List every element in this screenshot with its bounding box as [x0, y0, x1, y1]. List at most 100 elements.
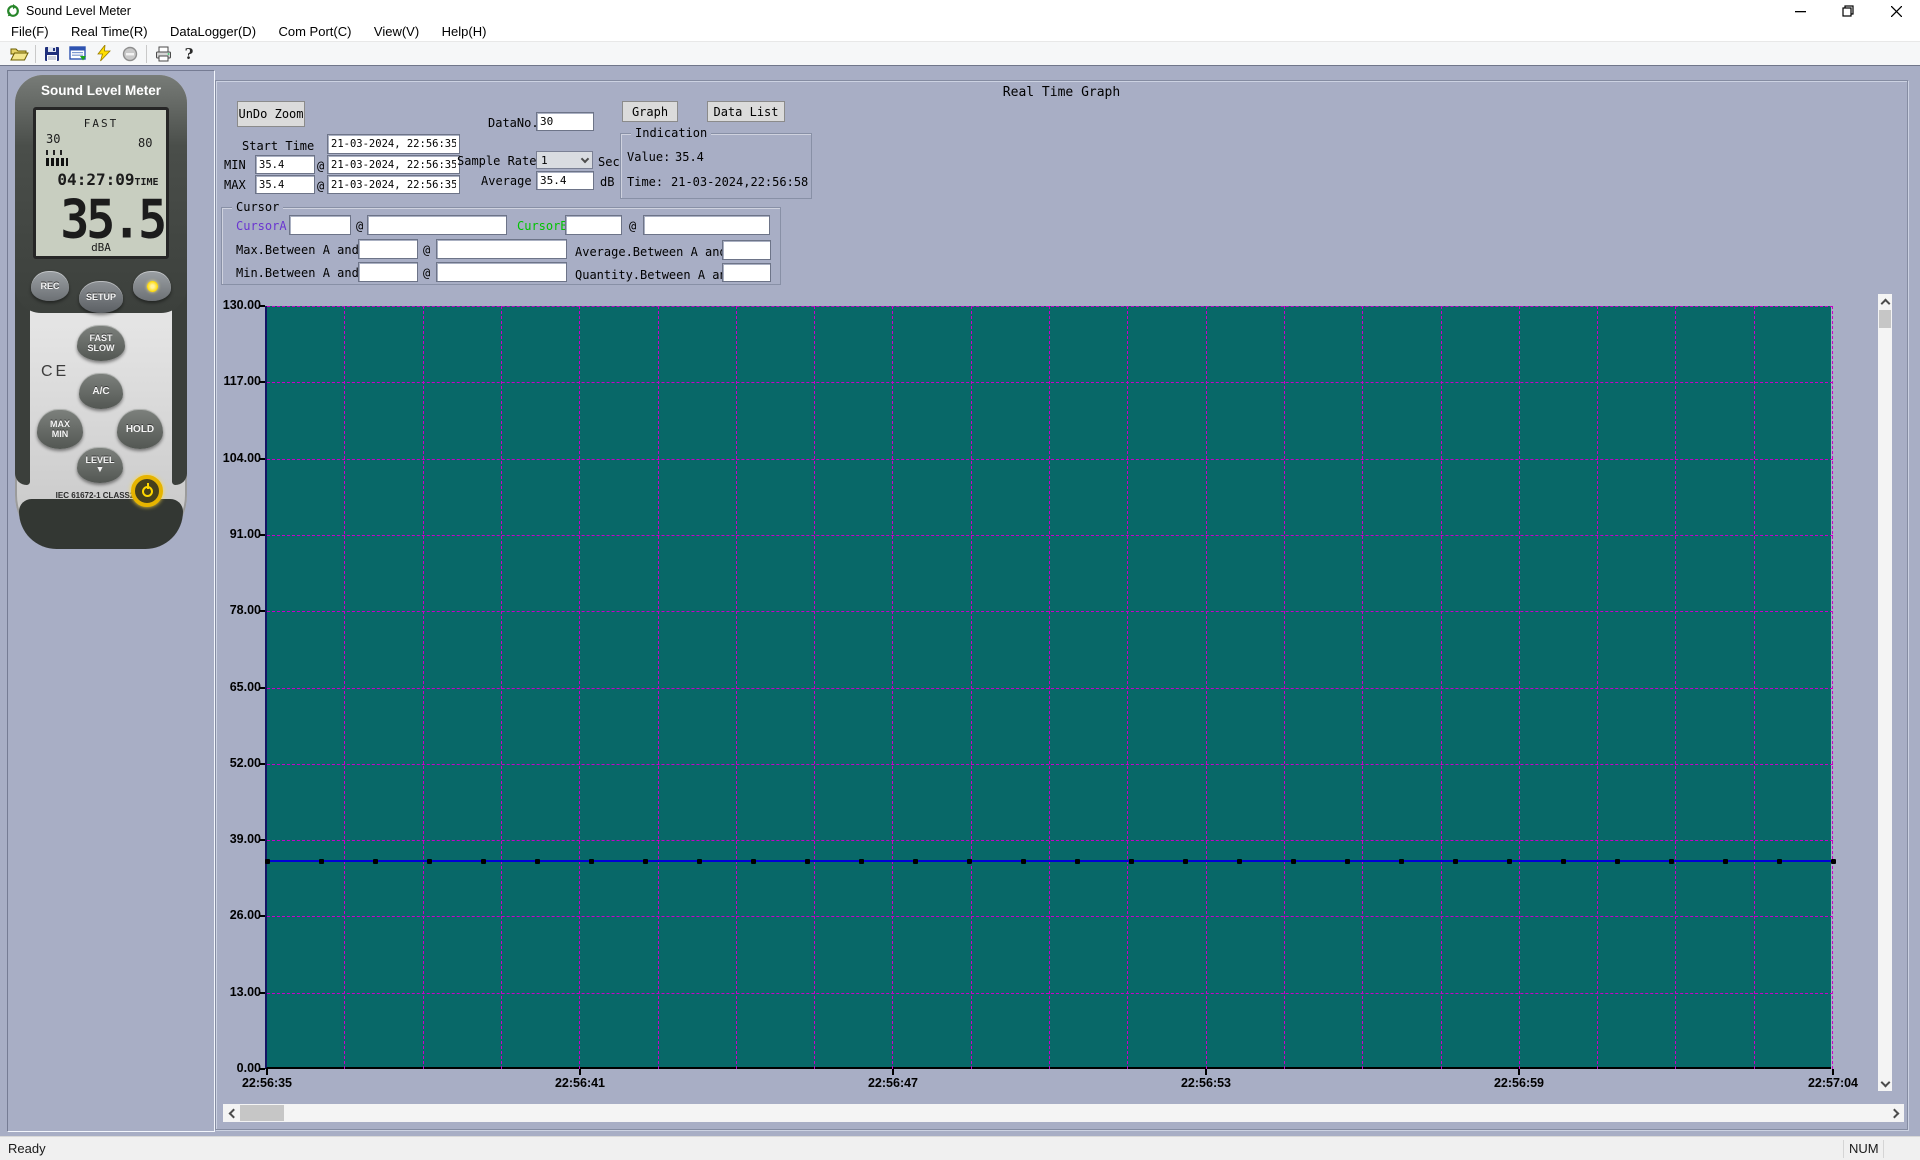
vertical-scrollbar-thumb[interactable] [1879, 310, 1891, 328]
cursor-a-value-field[interactable] [289, 215, 351, 235]
device-backlight-button [133, 271, 171, 301]
data-point-marker [750, 858, 756, 864]
data-list-tab-button[interactable]: Data List [707, 101, 785, 122]
scroll-left-button[interactable] [223, 1104, 239, 1122]
status-num-indicator: NUM [1849, 1141, 1879, 1156]
x-axis-tick [266, 1069, 268, 1075]
gridline-vertical [344, 306, 346, 1069]
menu-datalogger[interactable]: DataLogger(D) [161, 22, 265, 41]
max-time-field[interactable] [327, 175, 460, 194]
connect-button[interactable] [91, 44, 117, 64]
window-title: Sound Level Meter [26, 4, 131, 18]
gridline-vertical [892, 306, 894, 1069]
horizontal-scrollbar-thumb[interactable] [240, 1105, 284, 1121]
gridline-horizontal [267, 458, 1833, 460]
data-point-marker [1020, 858, 1026, 864]
print-button[interactable] [150, 44, 176, 64]
y-axis-tick [260, 305, 265, 307]
help-button[interactable]: ? [176, 44, 202, 64]
toolbar-separator [146, 44, 147, 63]
gridline-vertical [1205, 306, 1207, 1069]
datalogger-button[interactable] [65, 44, 91, 64]
average-label: Average [481, 174, 532, 188]
horizontal-scrollbar[interactable] [223, 1104, 1904, 1122]
max-between-time-field[interactable] [436, 239, 567, 259]
max-between-label: Max.Between A and B [236, 243, 374, 257]
data-point-marker [264, 858, 270, 864]
scroll-right-button[interactable] [1888, 1104, 1904, 1122]
open-file-button[interactable] [6, 44, 32, 64]
x-axis-tick [1832, 1069, 1834, 1075]
restore-button[interactable] [1824, 0, 1872, 22]
min-value-field[interactable] [255, 155, 315, 174]
at-sign: @ [423, 266, 431, 280]
undo-zoom-button[interactable]: UnDo Zoom [237, 101, 305, 127]
chart-plot-area[interactable]: 130.00 117.00 104.00 91.00 78.00 65.00 52.00 39… [223, 298, 1858, 1090]
gridline-horizontal [267, 916, 1833, 918]
y-axis-tick [260, 915, 265, 918]
vertical-scrollbar[interactable] [1878, 294, 1892, 1091]
x-axis-tick [1518, 1069, 1520, 1075]
save-button[interactable] [39, 44, 65, 64]
device-setup-button: SETUP [79, 281, 123, 313]
gridline-horizontal [267, 763, 1833, 765]
cursor-a-label: CursorA [236, 219, 287, 233]
menu-file[interactable]: File(F) [2, 22, 58, 41]
data-point-marker [1722, 858, 1728, 864]
graph-tab-button[interactable]: Graph [622, 101, 678, 122]
data-no-field[interactable] [536, 112, 594, 131]
data-point-marker [1344, 858, 1350, 864]
status-divider [1883, 1140, 1884, 1158]
min-time-field[interactable] [327, 155, 460, 174]
cursor-a-time-field[interactable] [367, 215, 507, 235]
average-field[interactable] [536, 171, 594, 190]
max-value-field[interactable] [255, 175, 315, 194]
menu-help[interactable]: Help(H) [433, 22, 496, 41]
x-axis-label: 22:56:53 [1180, 1076, 1232, 1090]
indication-title: Indication [631, 126, 712, 140]
scroll-up-button[interactable] [1878, 294, 1892, 309]
chevron-left-icon [228, 1108, 238, 1118]
max-between-value-field[interactable] [358, 239, 418, 259]
close-button[interactable] [1872, 0, 1920, 22]
cursor-b-value-field[interactable] [565, 215, 622, 235]
at-sign: @ [423, 243, 431, 257]
lcd-range-high: 80 [138, 136, 153, 150]
sample-rate-select[interactable]: 1 [536, 151, 593, 169]
min-label: MIN [51, 429, 69, 439]
level-down-arrow-icon: ▼ [95, 464, 105, 474]
menu-com-port[interactable]: Com Port(C) [269, 22, 360, 41]
fast-label: FAST [89, 333, 113, 343]
chevron-down-icon [1880, 1077, 1890, 1087]
gridline-horizontal [267, 306, 1833, 307]
lcd-time-suffix: TIME [134, 177, 159, 188]
menu-view[interactable]: View(V) [365, 22, 428, 41]
scroll-down-button[interactable] [1878, 1076, 1892, 1091]
device-power-button [131, 475, 163, 507]
start-time-field[interactable] [327, 134, 460, 154]
menu-real-time[interactable]: Real Time(R) [62, 22, 157, 41]
device-panel: Sound Level Meter FAST 30 80 04:27:09TIM… [7, 70, 215, 1132]
device-rec-button: REC [31, 271, 69, 301]
gridline-vertical [579, 306, 581, 1069]
minimize-button[interactable] [1776, 0, 1824, 22]
min-between-time-field[interactable] [436, 262, 567, 282]
y-axis-label: 130.00 [222, 298, 261, 312]
gridline-vertical [1283, 306, 1285, 1069]
y-axis-tick [260, 991, 265, 994]
data-point-marker [480, 858, 486, 864]
start-time-label: Start Time [242, 139, 315, 153]
quantity-between-field[interactable] [722, 263, 771, 282]
y-axis-label: 52.00 [229, 755, 261, 770]
lcd-bar-indicator [46, 158, 68, 166]
min-label: MIN [224, 158, 246, 172]
data-point-marker [696, 858, 702, 864]
gridline-vertical [1832, 306, 1833, 1069]
gridline-vertical [970, 306, 972, 1069]
average-between-field[interactable] [722, 240, 771, 260]
y-axis-label: 26.00 [229, 908, 261, 923]
indication-time-label: Time: [627, 175, 664, 189]
cursor-b-time-field[interactable] [643, 215, 770, 235]
y-axis-label: 117.00 [223, 374, 261, 389]
min-between-value-field[interactable] [358, 262, 418, 282]
